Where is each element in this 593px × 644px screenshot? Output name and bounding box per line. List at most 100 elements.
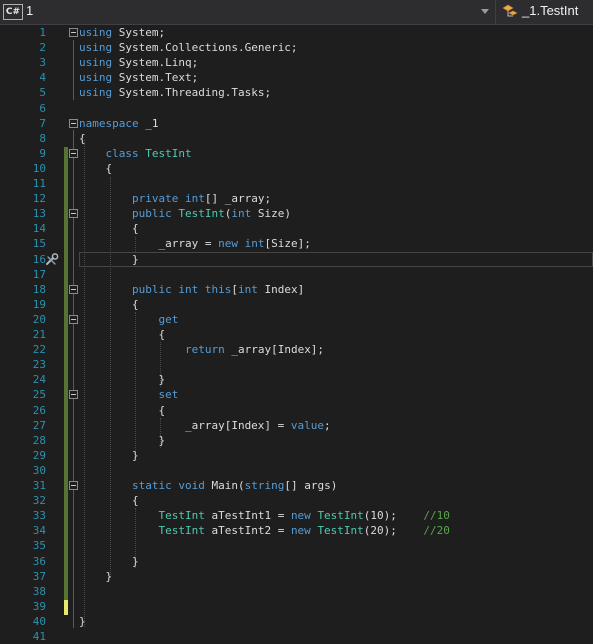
code-line[interactable]: 16 } <box>0 251 593 267</box>
keyword-token: static <box>131 479 172 492</box>
line-number: 27 <box>32 418 46 432</box>
code-text: { <box>79 493 139 508</box>
class-icon <box>502 4 518 17</box>
code-text: } <box>79 614 86 629</box>
collapse-icon[interactable] <box>69 209 78 219</box>
line-number: 18 <box>32 282 46 296</box>
code-line[interactable]: 9 class TestInt <box>0 146 593 161</box>
code-line[interactable]: 28 } <box>0 433 593 448</box>
code-token: [] _array; <box>204 192 272 206</box>
keyword-token: using <box>79 26 113 39</box>
collapse-icon[interactable] <box>69 118 78 128</box>
code-line[interactable]: 6 <box>0 101 593 116</box>
keyword-token: new <box>290 524 311 538</box>
code-line[interactable]: 17 <box>0 267 593 282</box>
code-line[interactable]: 32 { <box>0 493 593 508</box>
code-line[interactable]: 7 namespace _1 <box>0 116 593 131</box>
collapse-icon[interactable] <box>69 28 78 37</box>
collapse-icon[interactable] <box>69 390 78 400</box>
code-token: [ <box>231 282 238 296</box>
code-line[interactable]: 35 <box>0 538 593 553</box>
line-number: 2 <box>39 41 46 55</box>
code-line[interactable]: 4 using System.Text; <box>0 70 593 85</box>
code-line[interactable]: 5 using System.Threading.Tasks; <box>0 85 593 100</box>
collapse-icon[interactable] <box>69 284 78 294</box>
code-text: private int[] _array; <box>79 191 271 206</box>
code-line[interactable]: 34 TestInt aTestInt2 = new TestInt(20); … <box>0 523 593 538</box>
code-line[interactable]: 23 <box>0 357 593 372</box>
code-line[interactable]: 14 { <box>0 221 593 236</box>
code-line[interactable]: 8{ <box>0 131 593 146</box>
code-line[interactable]: 3 using System.Linq; <box>0 55 593 70</box>
code-line[interactable]: 10 { <box>0 161 593 176</box>
code-token: } <box>79 252 139 266</box>
code-editor[interactable]: 1 using System; 2 using System.Collections.… <box>0 25 593 643</box>
keyword-token: class <box>105 146 139 160</box>
code-line[interactable]: 11 <box>0 176 593 191</box>
keyword-token: int <box>231 207 252 221</box>
collapse-icon[interactable] <box>69 481 78 490</box>
type-token: TestInt <box>158 524 205 538</box>
code-line[interactable]: 13 public TestInt(int Size) <box>0 206 593 221</box>
code-line[interactable]: 21 { <box>0 327 593 342</box>
line-number: 10 <box>32 161 46 175</box>
keyword-token: int <box>178 282 199 296</box>
code-line[interactable]: 31 static void Main(string[] args) <box>0 478 593 493</box>
line-number: 17 <box>32 267 46 281</box>
code-line[interactable]: 40} <box>0 614 593 629</box>
code-line[interactable]: 12 private int[] _array; <box>0 191 593 206</box>
code-line[interactable]: 20 get <box>0 312 593 327</box>
code-token: } <box>79 554 139 568</box>
project-dropdown[interactable]: C# 1 <box>0 0 492 24</box>
code-token: { <box>79 403 166 417</box>
keyword-token: return <box>184 343 225 357</box>
code-text: using System.Collections.Generic; <box>79 40 298 55</box>
code-text: TestInt aTestInt1 = new TestInt(10); //1… <box>79 508 449 523</box>
keyword-token: new <box>218 237 238 251</box>
code-line[interactable]: 37 } <box>0 569 593 584</box>
code-line[interactable]: 29 } <box>0 448 593 463</box>
code-line[interactable]: 39 <box>0 599 593 614</box>
type-token: TestInt <box>158 509 205 523</box>
line-number: 22 <box>32 343 46 357</box>
code-line[interactable]: 22 return _array[Index]; <box>0 342 593 357</box>
collapse-icon[interactable] <box>69 148 78 158</box>
code-text: set <box>79 387 178 402</box>
current-line-highlight <box>79 251 593 267</box>
code-token: } <box>79 569 113 583</box>
code-line[interactable]: 15 _array = new int[Size]; <box>0 236 593 251</box>
line-number: 11 <box>32 177 46 190</box>
code-line[interactable]: 41 <box>0 629 593 644</box>
code-line[interactable]: 38 <box>0 584 593 599</box>
code-line[interactable]: 27 _array[Index] = value; <box>0 418 593 433</box>
code-line[interactable]: 19 { <box>0 297 593 312</box>
code-line[interactable]: 1 using System; <box>0 25 593 40</box>
code-line[interactable]: 33 TestInt aTestInt1 = new TestInt(10); … <box>0 508 593 523</box>
code-text: public int this[int Index] <box>79 282 304 297</box>
keyword-token: void <box>178 479 205 492</box>
keyword-token: using <box>79 41 113 55</box>
line-number: 34 <box>32 524 46 538</box>
code-token: Index] <box>257 282 305 296</box>
chevron-down-icon[interactable] <box>481 9 489 14</box>
type-token: TestInt <box>178 207 225 221</box>
code-line[interactable]: 30 <box>0 463 593 478</box>
code-line[interactable]: 2 using System.Collections.Generic; <box>0 40 593 55</box>
code-line[interactable]: 24 } <box>0 372 593 387</box>
collapse-icon[interactable] <box>69 314 78 324</box>
code-text: } <box>79 448 139 463</box>
code-line[interactable]: 26 { <box>0 403 593 418</box>
code-line[interactable]: 18 public int this[int Index] <box>0 282 593 297</box>
screwdriver-wrench-icon[interactable] <box>45 252 59 266</box>
code-line[interactable]: 25 set <box>0 387 593 402</box>
line-number: 23 <box>32 358 46 372</box>
code-token: [] args) <box>284 479 338 492</box>
class-dropdown[interactable]: _1.TestInt <box>495 0 593 24</box>
code-token: { <box>79 222 139 236</box>
code-line[interactable]: 36 } <box>0 554 593 569</box>
